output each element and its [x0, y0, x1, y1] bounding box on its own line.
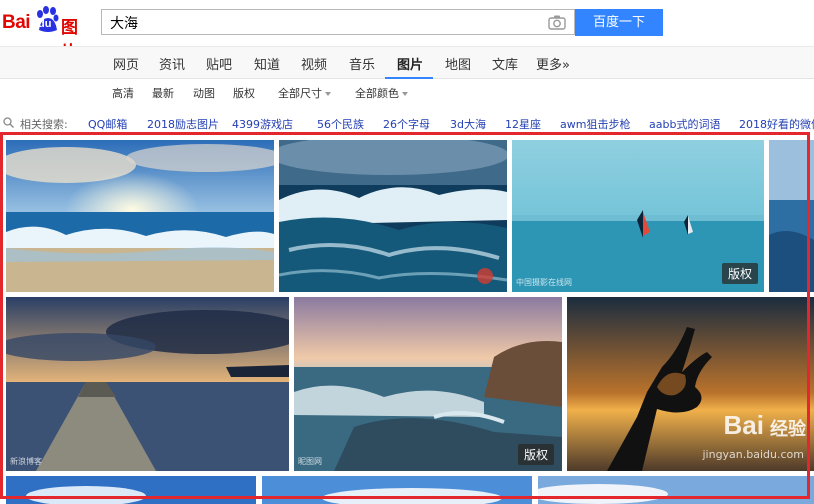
- nav-tieba[interactable]: 贴吧: [206, 54, 232, 73]
- nav-images[interactable]: 图片: [397, 54, 423, 73]
- related-link[interactable]: 3d大海: [450, 116, 486, 132]
- image-result-pier[interactable]: 新浪博客: [6, 297, 289, 471]
- logo-bai-text: Bai: [2, 12, 31, 33]
- baidu-logo[interactable]: Bai du 图片: [2, 4, 94, 63]
- hand-sunset-image: [567, 297, 814, 471]
- related-link[interactable]: awm狙击步枪: [560, 116, 630, 132]
- camera-icon[interactable]: [548, 14, 566, 30]
- copyright-badge: 版权: [721, 263, 758, 284]
- jingyan-watermark-jy: 经验: [770, 419, 806, 440]
- filter-copyright[interactable]: 版权: [233, 85, 255, 101]
- filter-latest[interactable]: 最新: [152, 85, 174, 101]
- related-label: 相关搜索:: [20, 118, 68, 131]
- image-result-rocky-shore[interactable]: 版权 昵图网: [294, 297, 562, 471]
- jingyan-watermark-url: jingyan.baidu.com: [702, 448, 804, 461]
- chevron-down-icon: [402, 92, 408, 96]
- copyright-badge: 版权: [517, 444, 554, 465]
- nav-map[interactable]: 地图: [445, 54, 471, 73]
- search-button[interactable]: 百度一下: [575, 9, 663, 36]
- filter-size-label: 全部尺寸: [278, 87, 322, 100]
- image-grid: 版权 中国摄影在线网 新浪博客 版权 昵图网 Bai 经验 jingyan.ba…: [0, 134, 814, 504]
- image-result-row3-2[interactable]: [262, 476, 532, 504]
- image-result-windsurf[interactable]: 版权 中国摄影在线网: [512, 140, 764, 292]
- logo-du-text: du: [38, 18, 52, 30]
- filter-color-label: 全部颜色: [355, 87, 399, 100]
- search-input[interactable]: [108, 13, 542, 33]
- related-link[interactable]: QQ邮箱: [88, 116, 127, 132]
- image-result-hand-sunset[interactable]: Bai 经验 jingyan.baidu.com: [567, 297, 814, 471]
- partial-sea-image: [769, 140, 814, 292]
- related-link[interactable]: 4399游戏店: [232, 116, 293, 132]
- nav-more[interactable]: 更多»: [536, 54, 570, 73]
- related-link[interactable]: 56个民族: [317, 116, 364, 132]
- filter-color-dropdown[interactable]: 全部颜色: [355, 85, 408, 101]
- nav-video[interactable]: 视频: [301, 54, 327, 73]
- filter-bar: 高清 最新 动图 版权 全部尺寸 全部颜色: [0, 79, 814, 105]
- jingyan-watermark-bai: Bai: [723, 410, 764, 440]
- beach-image: [6, 140, 274, 292]
- related-searches: 相关搜索: QQ邮箱 2018励志图片 4399游戏店 56个民族 26个字母 …: [0, 106, 814, 134]
- filter-size-dropdown[interactable]: 全部尺寸: [278, 85, 331, 101]
- waves-image: [279, 140, 507, 292]
- related-link[interactable]: 26个字母: [383, 116, 430, 132]
- image-result-waves[interactable]: [279, 140, 507, 292]
- image-result-beach[interactable]: [6, 140, 274, 292]
- sky-image: [538, 476, 814, 504]
- sky-image: [262, 476, 532, 504]
- image-result-row3-3[interactable]: [538, 476, 814, 504]
- nav-wenku[interactable]: 文库: [492, 54, 518, 73]
- nav-web[interactable]: 网页: [113, 54, 139, 73]
- header: Bai du 图片 百度一下: [0, 0, 814, 63]
- image-result-row3-1[interactable]: [6, 476, 256, 504]
- nav-news[interactable]: 资讯: [159, 54, 185, 73]
- image-watermark: 新浪博客: [10, 457, 42, 466]
- search-icon: [3, 117, 14, 128]
- pier-image: [6, 297, 289, 471]
- vertical-nav: 网页 资讯 贴吧 知道 视频 音乐 图片 地图 文库 更多»: [0, 46, 814, 79]
- chevron-down-icon: [325, 92, 331, 96]
- filter-hd[interactable]: 高清: [112, 85, 134, 101]
- image-watermark: 中国摄影在线网: [516, 278, 572, 287]
- nav-music[interactable]: 音乐: [349, 54, 375, 73]
- image-result-partial[interactable]: [769, 140, 814, 292]
- image-watermark: 昵图网: [298, 457, 322, 466]
- search-box[interactable]: [101, 9, 575, 35]
- filter-animated[interactable]: 动图: [193, 85, 215, 101]
- watermark-logo-icon: [477, 268, 493, 284]
- related-link[interactable]: 12星座: [505, 116, 541, 132]
- related-link[interactable]: 2018好看的微信: [739, 116, 814, 132]
- nav-zhidao[interactable]: 知道: [254, 54, 280, 73]
- sky-image: [6, 476, 256, 504]
- related-link[interactable]: 2018励志图片: [147, 116, 219, 132]
- related-link[interactable]: aabb式的词语: [649, 116, 720, 132]
